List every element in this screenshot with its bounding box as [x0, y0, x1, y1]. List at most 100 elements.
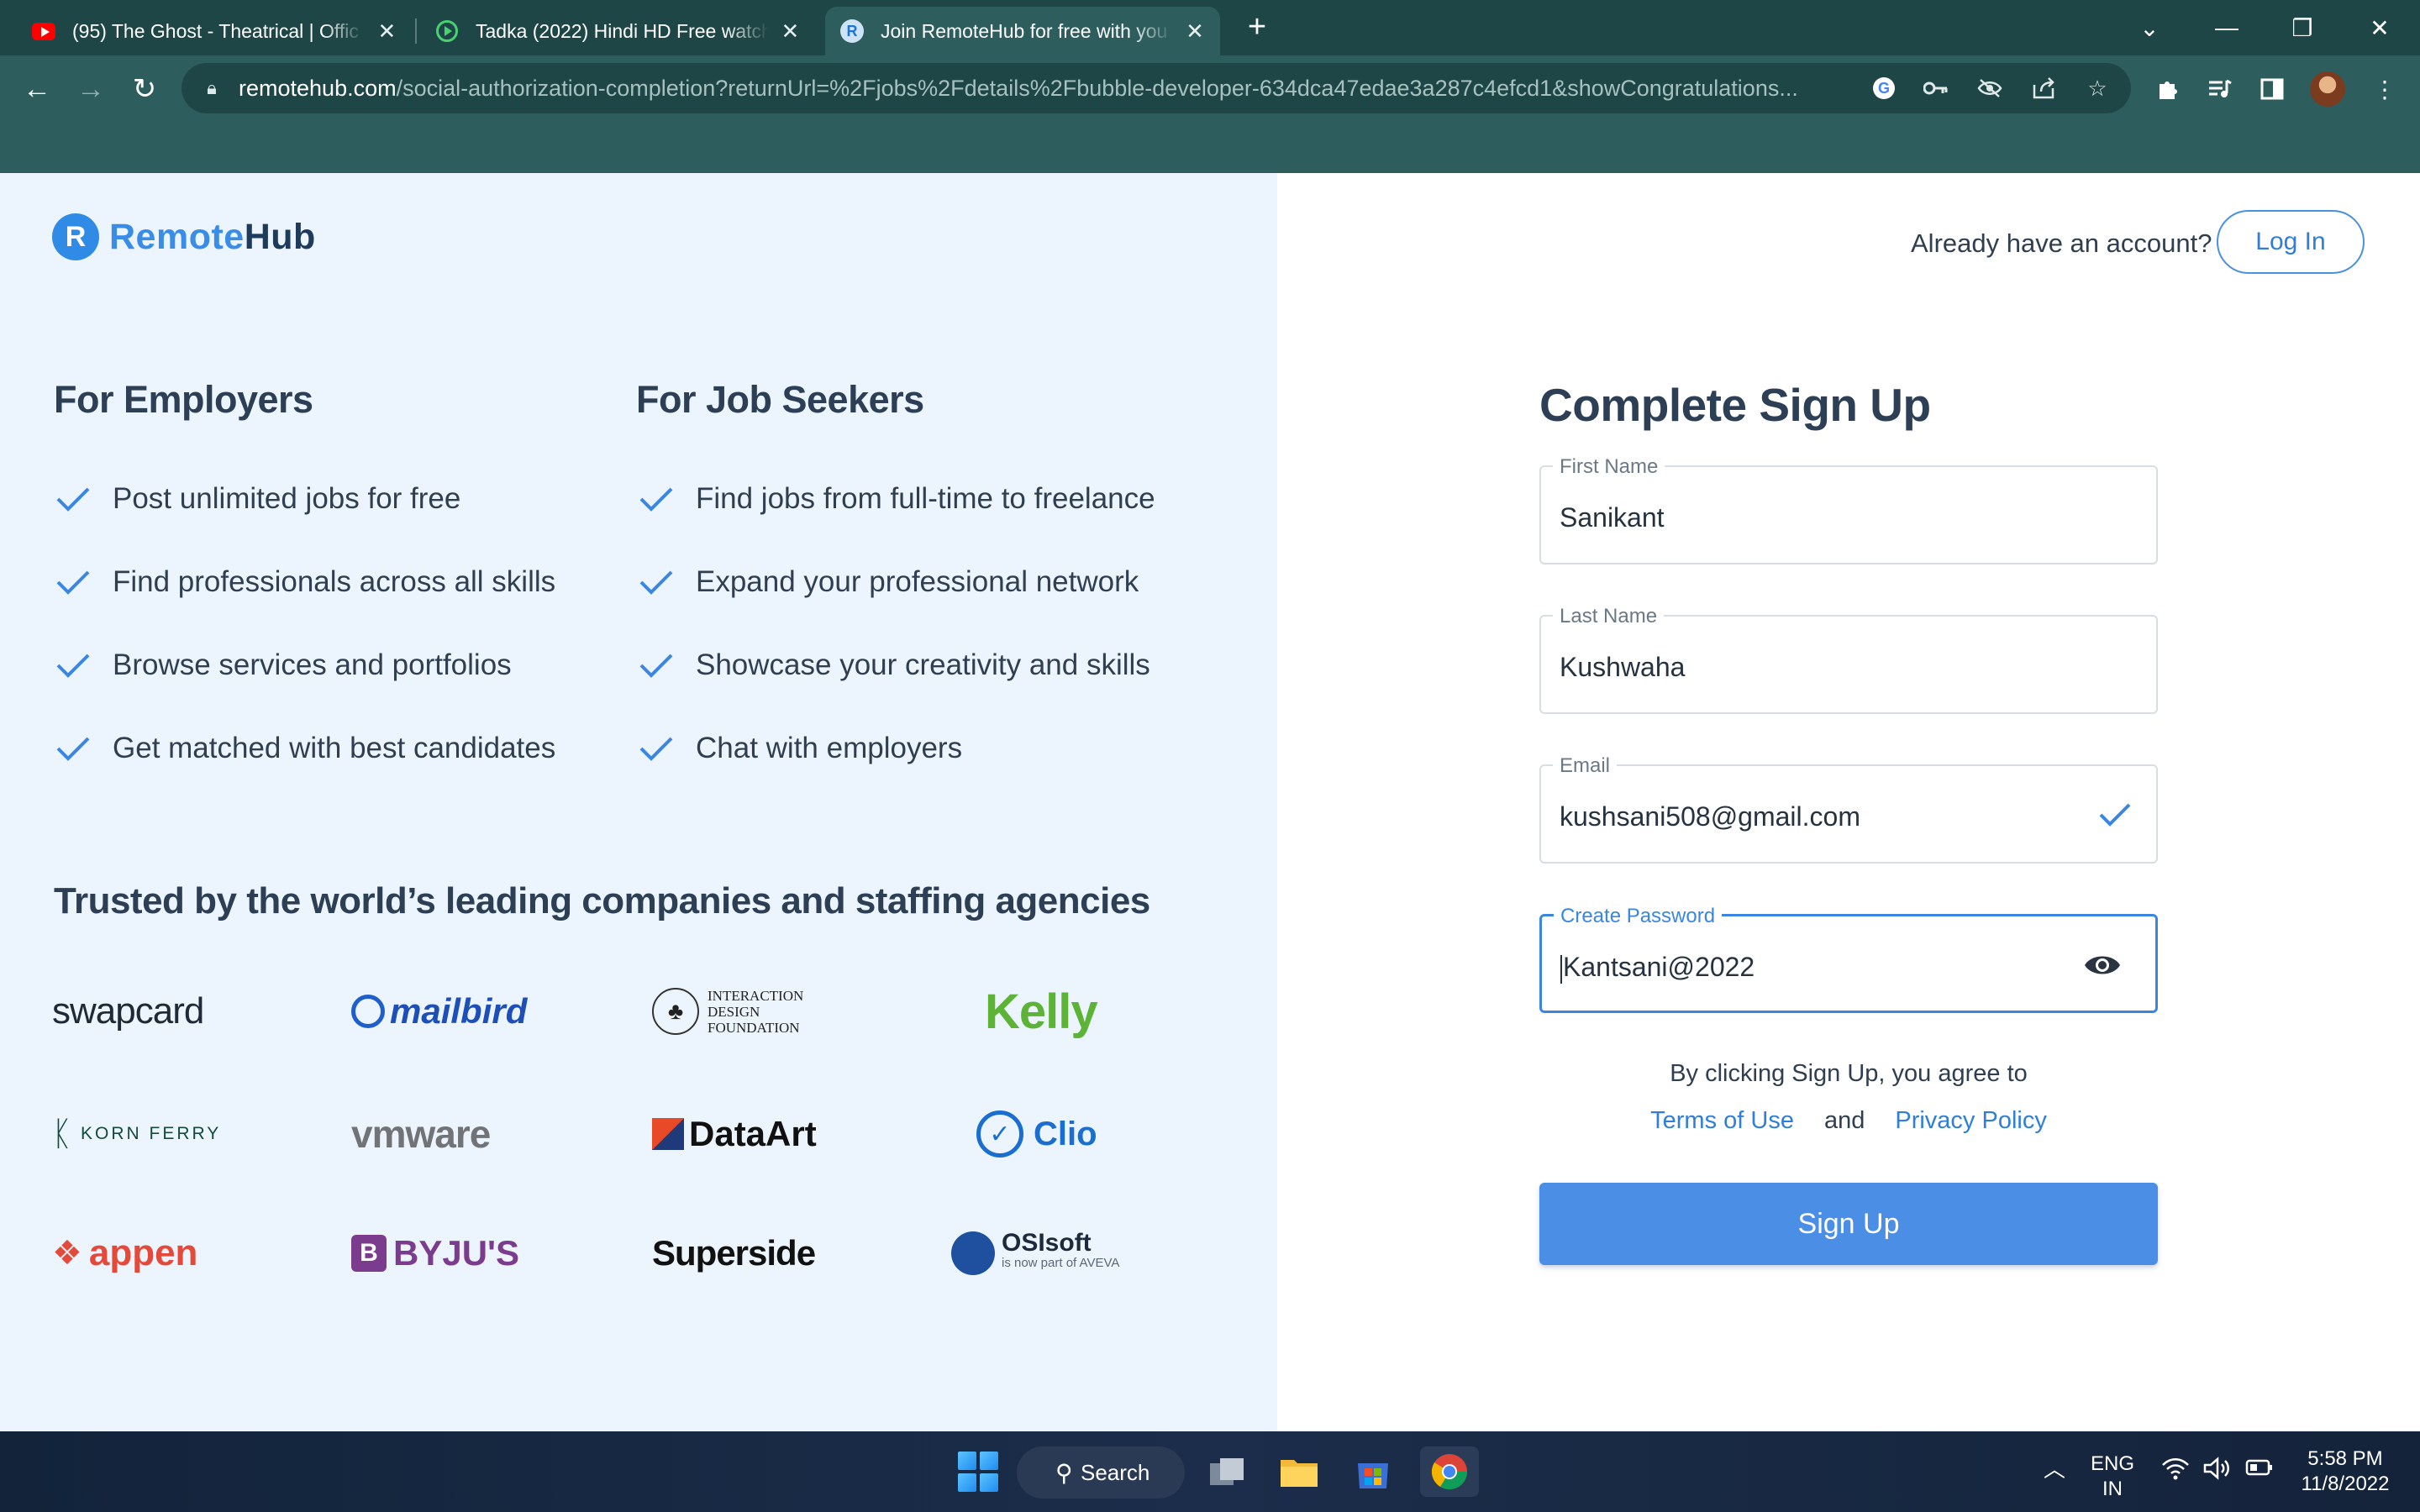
- appen-logo: ❖ appen: [52, 1220, 279, 1287]
- tree-icon: ♣: [652, 988, 699, 1035]
- logo-label: INTERACTION DESIGN FOUNDATION: [708, 987, 804, 1036]
- trusted-heading: Trusted by the world’s leading companies…: [54, 880, 1150, 921]
- sign-up-button[interactable]: Sign Up: [1539, 1183, 2158, 1265]
- and-text: and: [1823, 1107, 1865, 1134]
- back-arrow-icon[interactable]: ←: [15, 67, 59, 111]
- kelly-logo: Kelly: [985, 978, 1212, 1045]
- terms-of-use-link[interactable]: Terms of Use: [1650, 1107, 1794, 1135]
- list-item-label: Browse services and portfolios: [113, 648, 512, 681]
- list-item-label: Expand your professional network: [696, 564, 1139, 598]
- logo-sublabel: is now part of AVEVA: [1002, 1256, 1120, 1270]
- media-control-icon[interactable]: [2202, 71, 2238, 108]
- mailbird-icon: [351, 995, 385, 1028]
- remotehub-icon: R: [840, 19, 864, 43]
- google-icon[interactable]: G: [1869, 73, 1899, 103]
- taskbar-search[interactable]: ⚲ Search: [1017, 1446, 1185, 1499]
- play-icon: [435, 19, 459, 43]
- extensions-icon[interactable]: [2149, 71, 2186, 108]
- remotehub-logo[interactable]: R RemoteHub: [52, 213, 316, 260]
- dataart-logo: DataArt: [652, 1100, 879, 1168]
- menu-kebab-icon[interactable]: ⋮: [2366, 71, 2403, 108]
- email-value: kushsani508@gmail.com: [1560, 801, 1860, 832]
- svg-text:G: G: [1878, 80, 1890, 97]
- osisoft-logo: OSIsoft is now part of AVEVA: [951, 1220, 1178, 1287]
- remotehub-logo-icon: R: [52, 213, 99, 260]
- checkmark-icon: [639, 570, 673, 595]
- clock-date: 11/8/2022: [2301, 1473, 2390, 1495]
- lock-icon[interactable]: 🔒︎: [197, 73, 227, 103]
- start-button[interactable]: [953, 1446, 1003, 1497]
- job-seekers-title: For Job Seekers: [636, 378, 924, 421]
- url-text[interactable]: remotehub.com/social-authorization-compl…: [239, 76, 1877, 102]
- tab-separator: [415, 18, 417, 44]
- logo-label: DataArt: [689, 1114, 817, 1153]
- valid-checkmark-icon: [2096, 798, 2134, 832]
- privacy-policy-link[interactable]: Privacy Policy: [1895, 1107, 2047, 1135]
- close-icon[interactable]: ✕: [1185, 18, 1205, 45]
- clock[interactable]: 5:58 PM 11/8/2022: [2299, 1446, 2391, 1497]
- list-item-label: Find jobs from full-time to freelance: [696, 481, 1155, 515]
- checkmark-icon: [639, 737, 673, 761]
- logo-text: RemoteHub: [109, 217, 316, 258]
- employers-list: Post unlimited jobs for free Find profes…: [55, 457, 555, 790]
- side-panel-icon[interactable]: [2254, 71, 2291, 108]
- youtube-icon: [32, 19, 55, 43]
- last-name-value: Kushwaha: [1560, 652, 1686, 682]
- reload-icon[interactable]: ↻: [123, 67, 166, 111]
- minimize-button[interactable]: —: [2193, 7, 2260, 49]
- volume-icon[interactable]: [2203, 1457, 2233, 1487]
- appen-icon: ❖: [52, 1235, 82, 1272]
- job-seekers-list: Find jobs from full-time to freelance Ex…: [639, 457, 1155, 790]
- window-close-button[interactable]: ✕: [2346, 7, 2413, 49]
- logo-label: BYJU'S: [393, 1233, 520, 1273]
- email-field[interactable]: Email kushsani508@gmail.com: [1539, 754, 2158, 864]
- task-view-icon[interactable]: [1202, 1446, 1252, 1497]
- close-icon[interactable]: ✕: [377, 18, 397, 45]
- tab-title: Tadka (2022) Hindi HD Free watch: [476, 19, 769, 42]
- restore-button[interactable]: ❐: [2269, 7, 2336, 49]
- first-name-field[interactable]: First Name Sanikant: [1539, 455, 2158, 564]
- microsoft-store-icon[interactable]: [1348, 1446, 1398, 1497]
- create-password-field[interactable]: Create Password Kantsani@2022: [1539, 905, 2158, 1013]
- tab-title: Join RemoteHub for free with you: [881, 19, 1168, 42]
- password-value: Kantsani@2022: [1563, 952, 1755, 982]
- profile-avatar[interactable]: [2309, 71, 2346, 108]
- tab-tadka[interactable]: Tadka (2022) Hindi HD Free watch ✕: [420, 7, 815, 55]
- battery-icon[interactable]: [2245, 1458, 2274, 1483]
- language-indicator[interactable]: ENG IN: [2091, 1452, 2134, 1502]
- tab-remotehub[interactable]: R Join RemoteHub for free with you ✕: [825, 7, 1220, 55]
- tab-youtube[interactable]: (95) The Ghost - Theatrical | Offic ✕: [17, 7, 412, 55]
- clio-check-icon: ✓: [976, 1110, 1023, 1158]
- logo-text-remote: Remote: [109, 216, 245, 257]
- new-tab-button[interactable]: +: [1239, 10, 1276, 47]
- company-logos: swapcard mailbird ♣ INTERACTION DESIGN F…: [52, 978, 1178, 1331]
- bookmark-star-icon[interactable]: ☆: [2082, 73, 2112, 103]
- key-icon[interactable]: [1921, 73, 1951, 103]
- logo-label: KORN FERRY: [81, 1124, 222, 1143]
- clio-logo: ✓ Clio: [976, 1100, 1203, 1168]
- chrome-taskbar-icon[interactable]: [1420, 1446, 1479, 1497]
- forward-arrow-icon[interactable]: →: [69, 67, 113, 111]
- file-explorer-icon[interactable]: [1274, 1446, 1324, 1497]
- interaction-design-foundation-logo: ♣ INTERACTION DESIGN FOUNDATION: [652, 978, 879, 1045]
- byjus-icon: B: [351, 1235, 387, 1272]
- tab-title: (95) The Ghost - Theatrical | Offic: [72, 19, 359, 42]
- create-password-label: Create Password: [1554, 905, 1723, 928]
- show-password-eye-icon[interactable]: [2083, 948, 2122, 982]
- log-in-button[interactable]: Log In: [2217, 210, 2365, 274]
- windows-taskbar: ⚲ Search ︿ ENG IN 5:58 PM 11/8/2022: [0, 1431, 2420, 1512]
- last-name-field[interactable]: Last Name Kushwaha: [1539, 605, 2158, 714]
- wifi-icon[interactable]: [2161, 1457, 2190, 1487]
- list-item: Find jobs from full-time to freelance: [639, 457, 1155, 540]
- dataart-icon: [652, 1118, 684, 1150]
- korn-ferry-icon: ᛕ: [52, 1115, 72, 1152]
- close-icon[interactable]: ✕: [781, 18, 800, 45]
- taskbar-search-label: Search: [1081, 1459, 1150, 1485]
- eye-off-icon[interactable]: [1975, 73, 2005, 103]
- show-hidden-icons-chevron-icon[interactable]: ︿: [2044, 1457, 2065, 1482]
- tab-search-chevron-icon[interactable]: ⌄: [2116, 7, 2183, 49]
- address-bar[interactable]: 🔒︎ remotehub.com/social-authorization-co…: [182, 63, 2131, 113]
- share-icon[interactable]: [2028, 73, 2059, 103]
- terms-agreement-text: By clicking Sign Up, you agree to: [1670, 1060, 2028, 1087]
- list-item-label: Find professionals across all skills: [113, 564, 556, 598]
